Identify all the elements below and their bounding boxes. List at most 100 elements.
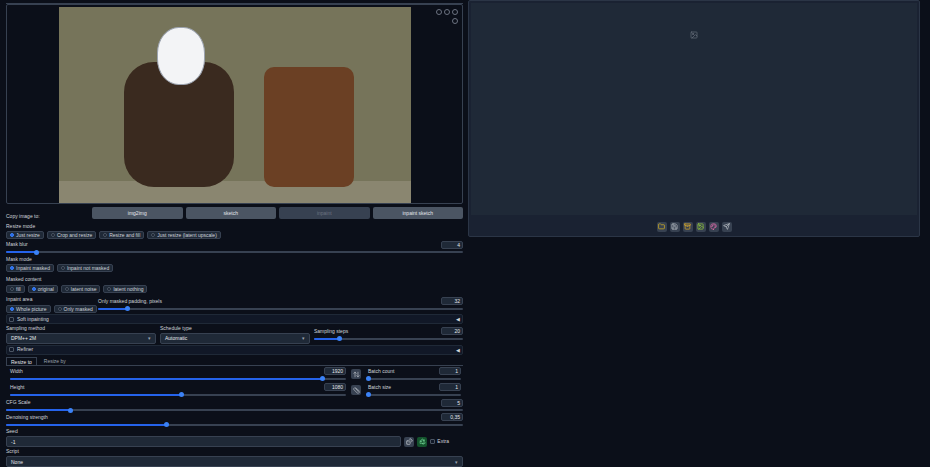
soft-inpainting-checkbox[interactable] [9, 317, 14, 322]
radio-option[interactable]: Crop and resize [47, 231, 96, 239]
cfg-scale-slider[interactable] [6, 408, 463, 413]
sampling-steps-value[interactable]: 20 [441, 327, 463, 335]
batch-count-value[interactable]: 1 [439, 367, 461, 375]
batch-size-slider[interactable] [368, 392, 461, 397]
slider-handle[interactable] [366, 376, 371, 381]
batch-size-value[interactable]: 1 [439, 383, 461, 391]
slider-handle[interactable] [125, 306, 130, 311]
radio-option[interactable]: Inpaint masked [6, 264, 54, 272]
output-gallery [471, 3, 917, 215]
open-folder-button[interactable] [657, 222, 667, 232]
radio-icon [103, 233, 107, 237]
collapse-icon[interactable]: ◀ [456, 316, 460, 322]
mask [157, 27, 205, 85]
width-value[interactable]: 1920 [324, 367, 346, 375]
seed-input[interactable]: -1 [6, 436, 401, 447]
zip-button[interactable] [683, 222, 693, 232]
only-masked-padding-value[interactable]: 32 [441, 297, 463, 305]
output-panel [468, 0, 920, 237]
stool [264, 67, 354, 187]
brush-icon[interactable] [452, 18, 458, 24]
resize-mode-radios: Just resizeCrop and resizeResize and fil… [6, 231, 221, 239]
mask-mode-radios: Inpaint maskedInpaint not masked [6, 264, 113, 272]
radio-option[interactable]: latent noise [61, 285, 101, 293]
inpaint-area-row: Inpaint areaWhole pictureOnly maskedOnly… [6, 294, 463, 314]
soft-inpainting[interactable]: Soft inpainting ◀ [6, 314, 463, 324]
slider-handle[interactable] [164, 422, 169, 427]
radio-option[interactable]: Inpaint not masked [57, 264, 113, 272]
send-img2img-button[interactable] [696, 222, 706, 232]
soft-inpainting-label: Soft inpainting [17, 316, 49, 323]
slider-handle[interactable] [68, 408, 73, 413]
mask-blur: Mask blur4 [6, 241, 463, 255]
cfg-scale-value[interactable]: 5 [441, 399, 463, 407]
slider-handle[interactable] [337, 336, 342, 341]
inpaint-area-radios: Whole pictureOnly masked [6, 305, 88, 313]
copy-button[interactable]: sketch [186, 207, 277, 219]
denoising-strength-slider[interactable] [6, 422, 463, 427]
script-block: ScriptNone▾ [6, 448, 463, 467]
save-button[interactable] [670, 222, 680, 232]
extra-toggle[interactable]: Extra [430, 438, 463, 445]
radio-option[interactable]: Just resize (latent upscale) [147, 231, 220, 239]
denoising-strength-value[interactable]: 0,35 [441, 413, 463, 421]
random-seed-button[interactable] [404, 437, 414, 447]
reuse-seed-button[interactable] [417, 437, 427, 447]
send-icon [723, 223, 730, 230]
seed-label: Seed [6, 428, 463, 435]
collapse-icon[interactable]: ◀ [456, 347, 460, 353]
batch-size-label: Batch size [368, 384, 391, 391]
script-dropdown[interactable]: None▾ [6, 456, 463, 467]
send-inpaint-button[interactable] [709, 222, 719, 232]
resize-mode-label: Resize mode [6, 223, 35, 230]
radio-option[interactable]: latent nothing [103, 285, 147, 293]
height-value[interactable]: 1080 [324, 383, 346, 391]
size-tab[interactable]: Resize by [40, 357, 70, 365]
radio-icon [151, 233, 155, 237]
radio-option[interactable]: Just resize [6, 231, 44, 239]
photo [59, 7, 411, 203]
sampling-steps-slider[interactable] [314, 336, 463, 341]
mask-blur-slider[interactable] [6, 250, 463, 255]
width-slider[interactable] [10, 376, 346, 381]
radio-option[interactable]: Only masked [54, 305, 97, 313]
send-extras-button[interactable] [722, 222, 732, 232]
slider-handle[interactable] [320, 376, 325, 381]
denoising-strength-label: Denoising strength [6, 414, 48, 421]
palette-icon [710, 223, 717, 230]
only-masked-padding-slider[interactable] [98, 306, 463, 311]
swap-icon [353, 371, 360, 378]
copy-button[interactable]: inpaint sketch [373, 207, 464, 219]
sampling-row: Sampling methodDPM++ 2M▾ Schedule typeAut… [6, 324, 463, 344]
seed-block: Seed-1 Extra [6, 428, 463, 448]
close-icon[interactable] [452, 9, 458, 15]
slider-handle[interactable] [179, 392, 184, 397]
refiner[interactable]: Refiner◀ [6, 345, 463, 355]
schedule-type-label: Schedule type [160, 325, 310, 332]
radio-icon [10, 233, 14, 237]
batch-count-slider[interactable] [368, 376, 461, 381]
radio-option[interactable]: Whole picture [6, 305, 51, 313]
only-masked-padding: Only masked padding, pixels32 [98, 297, 463, 311]
undo-icon[interactable] [436, 9, 442, 15]
height-slider[interactable] [10, 392, 346, 397]
aspect-button[interactable] [351, 385, 361, 395]
schedule-type-dropdown[interactable]: Automatic▾ [160, 333, 310, 344]
width-label: Width [10, 368, 23, 375]
slider-handle[interactable] [366, 392, 371, 397]
output-actions [469, 217, 919, 236]
mask-blur-value[interactable]: 4 [441, 241, 463, 249]
radio-option[interactable]: original [28, 285, 58, 293]
copy-button[interactable]: img2img [92, 207, 183, 219]
image-editor[interactable] [6, 4, 463, 204]
radio-option[interactable]: fill [6, 285, 25, 293]
swap-button[interactable] [351, 369, 361, 379]
extra-checkbox[interactable] [430, 439, 435, 444]
slider-handle[interactable] [34, 250, 39, 255]
radio-option[interactable]: Resize and fill [99, 231, 144, 239]
sampling-method-dropdown[interactable]: DPM++ 2M▾ [6, 333, 156, 344]
size-tab[interactable]: Resize to [6, 357, 37, 365]
refiner-checkbox[interactable] [9, 347, 14, 352]
sampling-method-label: Sampling method [6, 325, 156, 332]
clear-icon[interactable] [444, 9, 450, 15]
